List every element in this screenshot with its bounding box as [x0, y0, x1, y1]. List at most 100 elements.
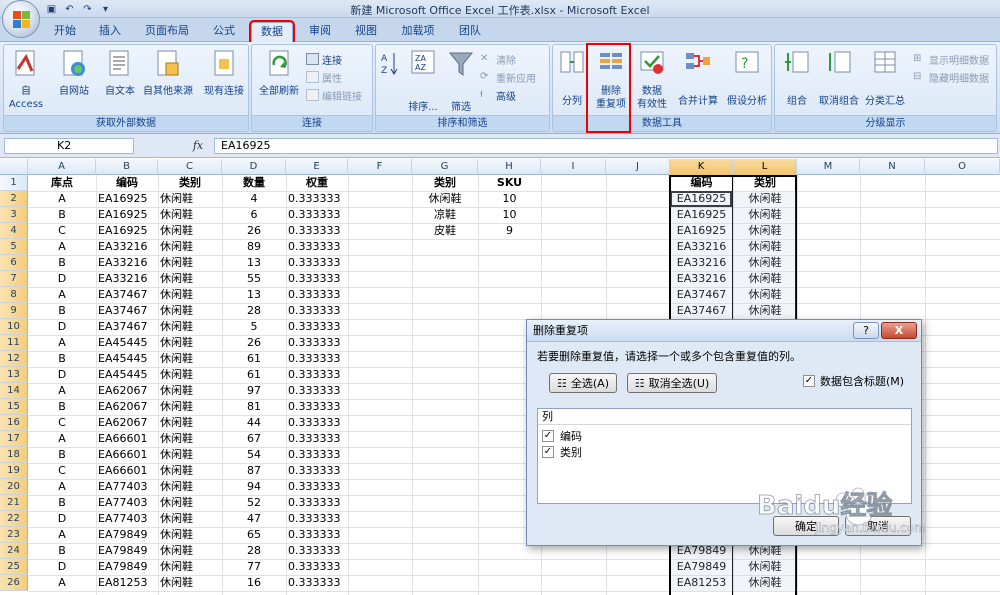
- cell[interactable]: A: [30, 383, 94, 399]
- header-cell[interactable]: 类别: [414, 175, 476, 191]
- cell[interactable]: C: [30, 415, 94, 431]
- cell[interactable]: D: [30, 511, 94, 527]
- row-header-2[interactable]: 2: [0, 191, 28, 207]
- cell[interactable]: 16: [224, 575, 284, 591]
- cell[interactable]: 休闲鞋: [160, 271, 220, 287]
- cell[interactable]: EA16925: [98, 223, 156, 239]
- cell[interactable]: 0.333333: [288, 287, 346, 303]
- row-header-26[interactable]: 26: [0, 575, 28, 591]
- show-detail-button[interactable]: ⊞ 显示明细数据: [913, 51, 989, 67]
- cell[interactable]: 休闲鞋: [160, 463, 220, 479]
- column-header-l[interactable]: L: [733, 159, 797, 175]
- cell[interactable]: 休闲鞋: [160, 527, 220, 543]
- cell[interactable]: EA33216: [98, 255, 156, 271]
- cell[interactable]: 休闲鞋: [160, 399, 220, 415]
- cell[interactable]: 0.333333: [288, 447, 346, 463]
- row-header-5[interactable]: 5: [0, 239, 28, 255]
- from-other-sources-button[interactable]: 自其他来源: [142, 49, 194, 98]
- cell[interactable]: EA79849: [98, 527, 156, 543]
- cell[interactable]: 休闲鞋: [735, 575, 795, 591]
- cell[interactable]: 10: [480, 191, 539, 207]
- cell[interactable]: 13: [224, 255, 284, 271]
- cell[interactable]: 94: [224, 479, 284, 495]
- cell[interactable]: 87: [224, 463, 284, 479]
- column-header-m[interactable]: M: [797, 159, 860, 175]
- select-all-corner[interactable]: [0, 159, 28, 175]
- column-header-a[interactable]: A: [28, 159, 96, 175]
- filter-button[interactable]: 筛选: [446, 49, 476, 114]
- cell[interactable]: D: [30, 559, 94, 575]
- tab-addins[interactable]: 加载项: [392, 22, 444, 42]
- row-header-16[interactable]: 16: [0, 415, 28, 431]
- cell[interactable]: 0.333333: [288, 415, 346, 431]
- cell[interactable]: 休闲鞋: [160, 447, 220, 463]
- formula-input[interactable]: EA16925: [214, 138, 998, 154]
- cell[interactable]: 54: [224, 447, 284, 463]
- cell[interactable]: A: [30, 287, 94, 303]
- header-cell[interactable]: 类别: [160, 175, 220, 191]
- cell[interactable]: 休闲鞋: [160, 335, 220, 351]
- cell[interactable]: EA62067: [98, 415, 156, 431]
- cell[interactable]: A: [30, 431, 94, 447]
- cell[interactable]: B: [30, 495, 94, 511]
- column-header-k[interactable]: K: [670, 159, 733, 175]
- cell[interactable]: 休闲鞋: [160, 431, 220, 447]
- cell[interactable]: 休闲鞋: [160, 287, 220, 303]
- cell[interactable]: 休闲鞋: [160, 351, 220, 367]
- row-header-21[interactable]: 21: [0, 495, 28, 511]
- cell[interactable]: EA37467: [98, 287, 156, 303]
- cell[interactable]: EA16925: [98, 207, 156, 223]
- row-header-11[interactable]: 11: [0, 335, 28, 351]
- header-cell[interactable]: SKU: [480, 175, 539, 191]
- column-header-e[interactable]: E: [286, 159, 348, 175]
- cell[interactable]: 0.333333: [288, 383, 346, 399]
- subtotal-button[interactable]: 分类汇总: [861, 49, 909, 108]
- advanced-filter-button[interactable]: ⟊ 高级: [480, 87, 516, 103]
- cell[interactable]: 0.333333: [288, 575, 346, 591]
- column-header-f[interactable]: F: [348, 159, 412, 175]
- cell[interactable]: 0.333333: [288, 511, 346, 527]
- cell[interactable]: 9: [480, 223, 539, 239]
- cell[interactable]: 休闲鞋: [735, 207, 795, 223]
- from-access-button[interactable]: 自 Access: [4, 49, 48, 111]
- cell[interactable]: EA33216: [672, 255, 731, 271]
- header-cell[interactable]: 库点: [30, 175, 94, 191]
- cell[interactable]: 0.333333: [288, 495, 346, 511]
- tab-data[interactable]: 数据: [249, 20, 295, 44]
- cell[interactable]: D: [30, 271, 94, 287]
- cell[interactable]: 0.333333: [288, 543, 346, 559]
- cell[interactable]: EA16925: [672, 223, 731, 239]
- cell[interactable]: EA62067: [98, 383, 156, 399]
- undo-icon[interactable]: ↶: [62, 2, 77, 16]
- cell[interactable]: B: [30, 447, 94, 463]
- row-header-23[interactable]: 23: [0, 527, 28, 543]
- cell[interactable]: 67: [224, 431, 284, 447]
- row-header-19[interactable]: 19: [0, 463, 28, 479]
- from-text-button[interactable]: 自文本: [98, 49, 142, 98]
- cell[interactable]: C: [30, 223, 94, 239]
- cell[interactable]: 44: [224, 415, 284, 431]
- cell[interactable]: 休闲鞋: [735, 239, 795, 255]
- cell[interactable]: 89: [224, 239, 284, 255]
- cell[interactable]: 52: [224, 495, 284, 511]
- cell[interactable]: 休闲鞋: [160, 495, 220, 511]
- cell[interactable]: 47: [224, 511, 284, 527]
- cell[interactable]: EA66601: [98, 447, 156, 463]
- tab-view[interactable]: 视图: [346, 22, 386, 42]
- cell[interactable]: 休闲鞋: [160, 239, 220, 255]
- cell[interactable]: 休闲鞋: [160, 319, 220, 335]
- column-header-h[interactable]: H: [478, 159, 541, 175]
- save-icon[interactable]: ▣: [44, 2, 59, 16]
- cell[interactable]: 6: [224, 207, 284, 223]
- column-header-g[interactable]: G: [412, 159, 478, 175]
- connections-button[interactable]: 连接: [306, 51, 342, 67]
- row-header-15[interactable]: 15: [0, 399, 28, 415]
- cell[interactable]: EA66601: [98, 431, 156, 447]
- header-cell[interactable]: 权重: [288, 175, 346, 191]
- cell[interactable]: EA37467: [672, 303, 731, 319]
- cell[interactable]: EA33216: [672, 239, 731, 255]
- office-button[interactable]: [2, 0, 40, 38]
- cell[interactable]: D: [30, 319, 94, 335]
- cell[interactable]: 0.333333: [288, 559, 346, 575]
- cell[interactable]: 休闲鞋: [735, 303, 795, 319]
